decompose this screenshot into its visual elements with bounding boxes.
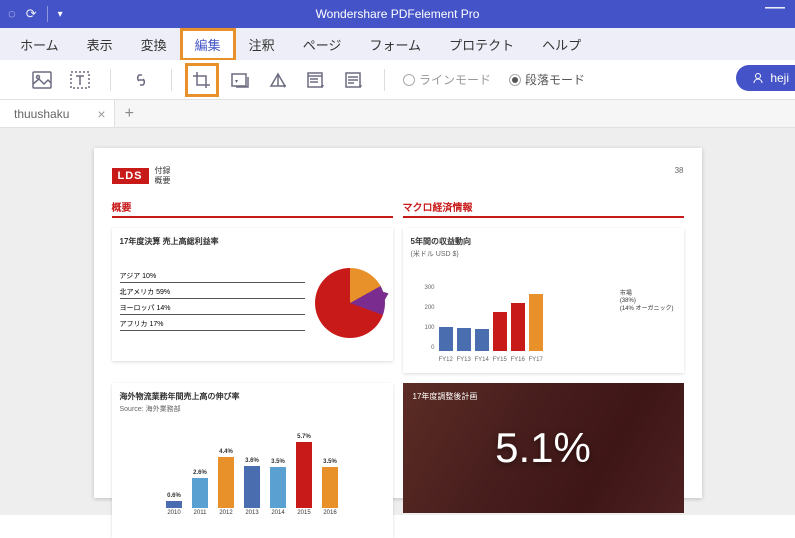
menu-form[interactable]: フォーム — [355, 29, 435, 60]
menu-comment[interactable]: 注釈 — [235, 29, 289, 60]
menu-edit[interactable]: 編集 — [181, 29, 235, 60]
menu-page[interactable]: ページ — [289, 29, 356, 60]
new-tab-button[interactable]: + — [115, 105, 144, 123]
section-title: マクロ経済情報 — [403, 199, 684, 218]
chart-subtitle: (米ドル USD $) — [411, 249, 676, 259]
svg-text:▾: ▾ — [283, 84, 286, 89]
chart-1-legend: アジア 10% 北アメリカ 59% ヨーロッパ 14% アフリカ 17% — [120, 271, 305, 335]
menu-help[interactable]: ヘルプ — [528, 29, 595, 60]
tab-label: thuushaku — [14, 107, 69, 121]
background-icon[interactable]: ▾ — [266, 68, 290, 92]
section-title: 概要 — [112, 199, 393, 218]
svg-text:▾: ▾ — [359, 84, 362, 89]
chart-callout: 市場 (38%) (14% オーガニック) — [620, 291, 674, 313]
titlebar: ◌ ⟳ ▾ Wondershare PDFelement Pro — — [0, 0, 795, 28]
menu-home[interactable]: ホーム — [6, 29, 73, 60]
chart-card-1: 17年度決算 売上高総利益率 アジア 10% 北アメリカ 59% ヨーロッパ 1… — [112, 228, 393, 361]
close-icon[interactable]: × — [97, 106, 105, 122]
header-footer-icon[interactable]: ▾ — [304, 68, 328, 92]
crop-icon[interactable] — [190, 68, 214, 92]
chart-source: Source: 海外業務部 — [120, 404, 385, 414]
dropdown-icon[interactable]: ▾ — [58, 9, 63, 20]
bates-icon[interactable]: ▾ — [342, 68, 366, 92]
menubar: ホーム 表示 変換 編集 注釈 ページ フォーム プロテクト ヘルプ — [0, 28, 795, 60]
watermark-icon[interactable]: ▾ — [228, 68, 252, 92]
menu-convert[interactable]: 変換 — [127, 29, 181, 60]
section-overview: 概要 17年度決算 売上高総利益率 アジア 10% 北アメリカ 59% ヨーロッ… — [112, 199, 393, 373]
paragraph-mode-radio[interactable]: 段落モード — [509, 71, 585, 88]
document-canvas[interactable]: LDS 付録 概要 38 概要 17年度決算 売上高総利益率 アジア 10% 北… — [0, 128, 795, 515]
user-label: heji — [770, 71, 789, 85]
line-mode-radio[interactable]: ラインモード — [403, 71, 491, 88]
kpi-title: 17年度調整後計画 — [413, 391, 478, 402]
chart-title: 海外物流業務年間売上高の伸び率 — [120, 391, 385, 402]
menu-view[interactable]: 表示 — [73, 29, 127, 60]
pie-chart — [315, 268, 385, 338]
svg-text:▾: ▾ — [235, 79, 238, 85]
add-text-icon[interactable] — [68, 68, 92, 92]
chart-card-2: 5年間の収益動向 (米ドル USD $) 300 200 100 0 FY12F… — [403, 228, 684, 373]
kpi-value: 5.1% — [495, 424, 591, 472]
svg-text:▾: ▾ — [321, 84, 324, 89]
app-title: Wondershare PDFelement Pro — [0, 7, 795, 21]
page-header-text: 付録 概要 — [155, 166, 171, 185]
user-button[interactable]: heji — [736, 65, 795, 91]
tabbar: thuushaku × + — [0, 100, 795, 128]
minimize-button[interactable]: — — [765, 0, 785, 19]
bar-chart-macro: 300 200 100 0 FY12FY13FY14FY15FY16FY17 市… — [411, 265, 676, 365]
document-tab[interactable]: thuushaku × — [0, 100, 115, 127]
toolbar: ▾ ▾ ▾ ▾ ラインモード 段落モード heji — [0, 60, 795, 100]
pdf-page[interactable]: LDS 付録 概要 38 概要 17年度決算 売上高総利益率 アジア 10% 北… — [94, 148, 702, 498]
chart-title: 5年間の収益動向 — [411, 236, 676, 247]
page-number: 38 — [675, 166, 684, 175]
refresh-icon[interactable]: ⟳ — [26, 6, 37, 22]
chart-title: 17年度決算 売上高総利益率 — [120, 236, 385, 247]
add-image-icon[interactable] — [30, 68, 54, 92]
brand-badge: LDS — [112, 168, 149, 184]
back-icon[interactable]: ◌ — [8, 6, 16, 22]
kpi-card: 17年度調整後計画 5.1% — [403, 383, 684, 513]
bar-chart-growth: 0.6%20102.6%20114.4%20123.6%20133.5%2014… — [120, 420, 385, 530]
section-macro: マクロ経済情報 5年間の収益動向 (米ドル USD $) 300 200 100… — [403, 199, 684, 373]
user-icon — [752, 72, 764, 84]
link-icon[interactable] — [129, 68, 153, 92]
menu-protect[interactable]: プロテクト — [435, 29, 528, 60]
